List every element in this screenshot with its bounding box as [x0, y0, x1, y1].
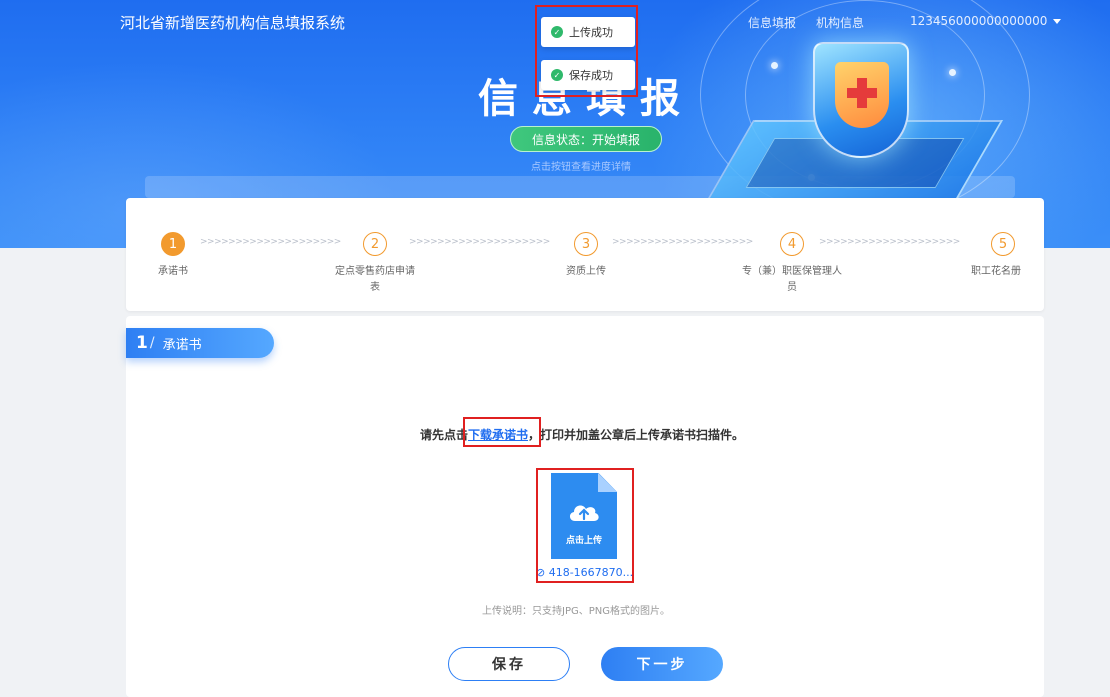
slash-icon: / [149, 335, 155, 351]
step-connector: >>>>>>>>>>>>>>>>>>>> [200, 237, 341, 247]
save-button[interactable]: 保存 [448, 647, 570, 681]
step-label-4: 专（兼）职医保管理人员 [742, 266, 842, 293]
site-title: 河北省新增医药机构信息填报系统 [120, 14, 346, 32]
annotation-box-download-link [463, 417, 541, 447]
step-2[interactable]: 2 [363, 232, 387, 256]
step-label-5: 职工花名册 [971, 266, 1021, 277]
step-1[interactable]: 1 [161, 232, 185, 256]
step-label-2: 定点零售药店申请表 [335, 266, 415, 293]
step-5[interactable]: 5 [991, 232, 1015, 256]
next-step-button[interactable]: 下一步 [601, 647, 723, 681]
step-connector: >>>>>>>>>>>>>>>>>>>> [612, 237, 753, 247]
shield-inner [835, 62, 889, 128]
banner-sparkle [771, 62, 778, 69]
annotation-box-toasts [535, 5, 638, 97]
step-connector: >>>>>>>>>>>>>>>>>>>> [409, 237, 550, 247]
step-4[interactable]: 4 [780, 232, 804, 256]
main-card: 1 / 承诺书 请先点击下载承诺书，打印并加盖公章后上传承诺书扫描件。 点击上传… [126, 316, 1044, 697]
instruction-suffix: ，打印并加盖公章后上传承诺书扫描件。 [528, 428, 745, 442]
upload-note: 上传说明：只支持JPG、PNG格式的图片。 [482, 606, 670, 617]
steps-card: 1 >>>>>>>>>>>>>>>>>>>> 2 >>>>>>>>>>>>>>>… [126, 198, 1044, 311]
caret-down-icon [1053, 18, 1062, 24]
step-connector: >>>>>>>>>>>>>>>>>>>> [819, 237, 960, 247]
instruction-prefix: 请先点击 [420, 428, 469, 442]
step-label-1: 承诺书 [158, 266, 188, 277]
section-tab: 1 / 承诺书 [126, 328, 274, 358]
user-id: 123456000000000000 [910, 14, 1048, 28]
nav-org-info[interactable]: 机构信息 [816, 14, 864, 31]
status-button[interactable]: 信息状态：开始填报 [510, 126, 662, 152]
page: 河北省新增医药机构信息填报系统 信息填报 机构信息 12345600000000… [0, 0, 1110, 697]
annotation-box-upload [536, 468, 634, 583]
top-nav: 信息填报 机构信息 [748, 14, 864, 31]
shield-illustration-icon [813, 42, 909, 158]
section-title: 承诺书 [162, 337, 202, 353]
user-menu[interactable]: 123456000000000000 [910, 14, 1062, 28]
banner-sparkle [949, 69, 956, 76]
medical-cross-icon-h [847, 88, 877, 98]
nav-info-fill[interactable]: 信息填报 [748, 14, 796, 31]
step-3[interactable]: 3 [574, 232, 598, 256]
status-hint: 点击按钮查看进度详情 [531, 162, 631, 173]
step-label-3: 资质上传 [566, 266, 606, 277]
section-number: 1 [136, 333, 148, 353]
